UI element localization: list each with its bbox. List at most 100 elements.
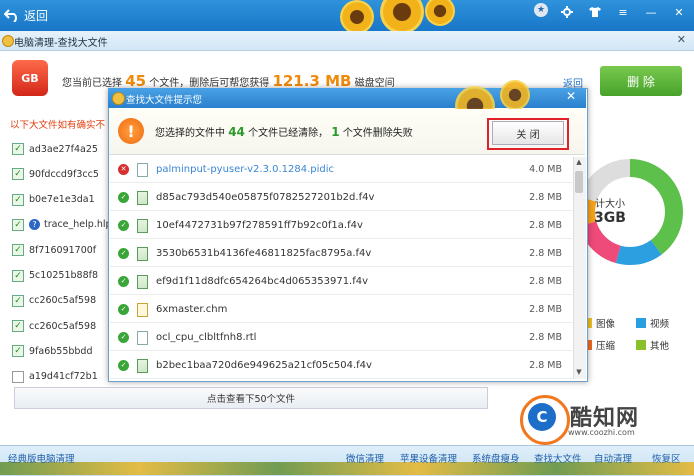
sunflower-decoration [340, 0, 374, 34]
close-icon[interactable]: ✕ [670, 3, 688, 21]
scroll-down-icon[interactable]: ▼ [575, 368, 583, 376]
watermark-logo-mark: C [528, 403, 556, 431]
file-row[interactable]: ✓ b2bec1baa720d6e949625a21cf05c504.f4v 2.8… [110, 353, 572, 379]
file-row[interactable]: ✓ 6xmaster.chm 2.8 MB [110, 297, 572, 323]
left-list-item[interactable]: ✓ cc260c5af598 [12, 317, 96, 335]
file-size: 2.8 MB [529, 248, 562, 259]
file-row[interactable]: ✓ ef9d1f11d8dfc654264bc4d065353971.f4v 2.8… [110, 269, 572, 295]
checkbox[interactable]: ✓ [12, 320, 24, 333]
minimize-icon[interactable]: — [642, 3, 660, 21]
file-icon [137, 190, 148, 205]
left-list-item[interactable]: ✓ b0e7e1e3da1 [12, 191, 95, 209]
file-name: b2bec1baa720d6e949625a21cf05c504.f4v [156, 360, 372, 371]
hint-text: 以下大文件如有确实不 [10, 120, 106, 131]
left-list-item-name: 5c10251b88f8 [29, 270, 98, 281]
highlight-annotation [487, 118, 569, 150]
file-size: 2.8 MB [529, 192, 562, 203]
nav-apple-clean[interactable]: 苹果设备清理 [400, 451, 457, 465]
legend-label: 图像 [596, 319, 616, 330]
left-list-item-name: b0e7e1e3da1 [29, 194, 95, 206]
dialog-title: 查找大文件提示您 [126, 95, 203, 106]
success-status-icon: ✓ [118, 304, 129, 315]
scroll-up-icon[interactable]: ▲ [575, 158, 583, 166]
menu-icon[interactable]: ≡ [614, 3, 632, 21]
file-name: d85ac793d540e05875f0782527201b2d.f4v [156, 192, 375, 203]
file-row[interactable]: ✓ 10ef4472731b97f278591ff7b92c0f1a.f4v 2.8… [110, 213, 572, 239]
legend-item: 其他 [636, 338, 669, 352]
file-name: 3530b6531b4136fe46811825fac8795a.f4v [156, 248, 372, 259]
nav-wechat-clean[interactable]: 微信清理 [346, 451, 384, 465]
sunflower-decoration [500, 80, 530, 110]
checkbox[interactable]: ✓ [12, 294, 24, 307]
left-list-item[interactable]: ✓? trace_help.hlp [12, 216, 112, 234]
file-icon [137, 162, 148, 177]
left-list-item[interactable]: ✓ 8f716091700f [12, 241, 96, 259]
file-icon [137, 246, 148, 261]
scroll-thumb[interactable] [575, 171, 583, 193]
question-icon: ? [29, 219, 40, 231]
checkbox[interactable]: ✓ [12, 345, 24, 358]
window-controls: ★ ≡ — ✕ [534, 3, 688, 21]
left-list-item-name: cc260c5af598 [29, 320, 97, 332]
left-list-item[interactable]: ✓ ad3ae27f4a25 [12, 140, 98, 158]
settings-icon[interactable] [558, 3, 576, 21]
file-size: 2.8 MB [529, 276, 562, 287]
file-icon [137, 218, 148, 233]
file-name: ocl_cpu_clbltfnh8.rtl [156, 332, 257, 343]
file-row[interactable]: ✓ ocl_cpu_clbltfnh8.rtl 2.8 MB [110, 325, 572, 351]
checkbox[interactable]: ✓ [12, 218, 24, 231]
delete-button[interactable]: 删 除 [600, 66, 682, 96]
app-icon [2, 35, 14, 47]
legend-label: 其他 [650, 341, 670, 352]
file-size: 2.8 MB [529, 332, 562, 343]
checkbox[interactable]: ✓ [12, 143, 24, 155]
failed-count: 1 [331, 125, 340, 139]
legend-swatch [636, 318, 646, 328]
left-list-item-name: 9fa6b55bbdd [29, 345, 93, 357]
success-status-icon: ✓ [118, 248, 129, 259]
file-icon [137, 330, 148, 345]
classic-cleanup-link[interactable]: 经典版电脑清理 [8, 451, 75, 465]
nav-recovery[interactable]: 恢复区 [652, 451, 681, 465]
sub-close-icon[interactable]: ✕ [677, 33, 686, 46]
success-status-icon: ✓ [118, 360, 129, 371]
file-size: 2.8 MB [529, 360, 562, 371]
file-row[interactable]: ✓ 3530b6531b4136fe46811825fac8795a.f4v 2.8… [110, 241, 572, 267]
success-status-icon: ✓ [118, 220, 129, 231]
view-next-button[interactable]: 点击查看下50个文件 [14, 387, 488, 409]
checkbox[interactable]: ✓ [12, 168, 24, 181]
legend-item: 视频 [636, 316, 669, 330]
left-list-item-name: a19d41cf72b1 [29, 371, 98, 383]
nav-auto-clean[interactable]: 自动清理 [594, 451, 632, 465]
msg-mid: 个文件已经清除， [248, 128, 329, 139]
left-list-item-name: cc260c5af598 [29, 295, 97, 307]
left-list-item[interactable]: ✓ 5c10251b88f8 [12, 267, 98, 285]
success-status-icon: ✓ [118, 276, 129, 287]
left-list-item[interactable]: ✓ cc260c5af598 [12, 292, 96, 310]
shirt-icon[interactable] [586, 3, 604, 21]
skin-icon[interactable]: ★ [534, 3, 548, 17]
checkbox[interactable]: ✓ [12, 193, 24, 206]
back-label: 返回 [24, 8, 49, 23]
dialog-close-icon[interactable]: ✕ [566, 89, 576, 103]
legend-swatch [636, 340, 646, 350]
nav-find-large-files[interactable]: 查找大文件 [534, 451, 582, 465]
nav-system-slim[interactable]: 系统盘瘦身 [472, 451, 520, 465]
file-icon [137, 358, 148, 373]
checkbox[interactable] [12, 370, 24, 383]
left-list-item[interactable]: ✓ 90fdccd9f3cc5 [12, 165, 99, 183]
checkbox[interactable]: ✓ [12, 269, 24, 282]
ring-label-line2: 3GB [594, 210, 626, 226]
left-list-item[interactable]: a19d41cf72b1 [12, 368, 98, 386]
help-file-icon [137, 302, 148, 317]
file-row[interactable]: ✕ palminput-pyuser-v2.3.0.1284.pidic 4.0 M… [110, 157, 572, 183]
dialog-message: 您选择的文件中 44 个文件已经清除， 1 个文件删除失败 [155, 124, 413, 139]
checkbox[interactable]: ✓ [12, 244, 24, 257]
gb-icon: GB [12, 60, 48, 96]
back-button[interactable]: 返回 [4, 3, 74, 27]
file-name: 6xmaster.chm [156, 304, 228, 315]
file-size: 2.8 MB [529, 304, 562, 315]
dialog-file-list: ✕ palminput-pyuser-v2.3.0.1284.pidic 4.0 M… [110, 157, 572, 379]
left-list-item[interactable]: ✓ 9fa6b55bbdd [12, 342, 93, 360]
file-row[interactable]: ✓ d85ac793d540e05875f0782527201b2d.f4v 2.8… [110, 185, 572, 211]
